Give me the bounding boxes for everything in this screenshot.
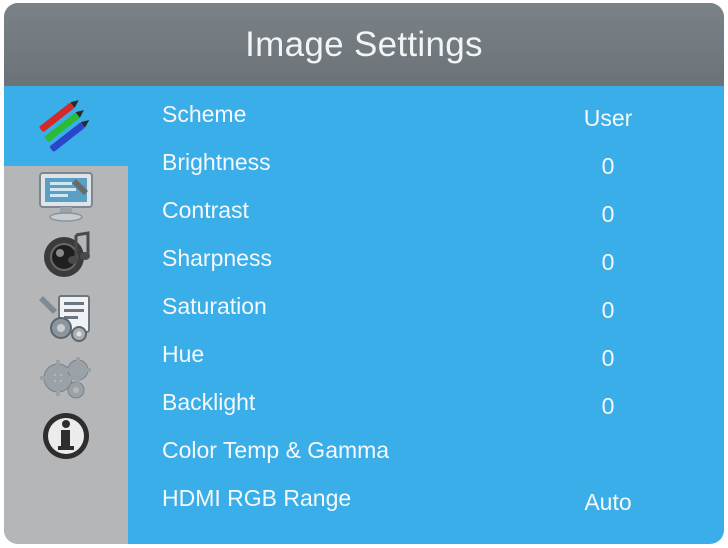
menu-label: Scheme (162, 101, 247, 127)
menu-value: Auto (584, 489, 632, 515)
menu-label: Brightness (162, 149, 271, 175)
menu-label: HDMI RGB Range (162, 485, 352, 511)
osd-screen: Image Settings Scheme User Brightness 0 … (0, 0, 728, 548)
menu-label: Saturation (162, 293, 267, 319)
advanced-gears-icon (40, 357, 91, 399)
sidebar-item-setup[interactable] (4, 286, 128, 346)
menu-value: 0 (601, 249, 615, 275)
menu-value: 0 (601, 201, 615, 227)
menu-row-sharpness[interactable]: Sharpness 0 (128, 242, 724, 290)
settings-panel: Image Settings Scheme User Brightness 0 … (4, 3, 724, 544)
menu-label: Sharpness (162, 245, 272, 271)
menu-value: User (583, 105, 633, 131)
sidebar-item-info[interactable] (4, 406, 128, 466)
menu-value: 0 (601, 153, 615, 179)
title-bar: Image Settings (4, 3, 724, 86)
settings-menu: Scheme User Brightness 0 Contrast 0 Shar… (128, 86, 724, 544)
picture-pencils-icon (39, 100, 90, 152)
menu-value: 0 (601, 345, 615, 371)
menu-value: 0 (601, 393, 615, 419)
menu-row-color-temp-gamma[interactable]: Color Temp & Gamma (128, 434, 724, 482)
display-icon (39, 172, 93, 222)
info-icon (43, 413, 89, 459)
menu-row-hdmi-rgb-range[interactable]: HDMI RGB Range Auto (128, 482, 724, 530)
menu-row-brightness[interactable]: Brightness 0 (128, 146, 724, 194)
menu-label: Hue (162, 341, 205, 367)
sidebar-item-advanced[interactable] (4, 346, 128, 406)
menu-row-contrast[interactable]: Contrast 0 (128, 194, 724, 242)
page-title: Image Settings (245, 24, 483, 64)
setup-tools-icon (39, 295, 90, 342)
menu-row-hue[interactable]: Hue 0 (128, 338, 724, 386)
menu-label: Contrast (162, 197, 249, 223)
menu-label: Color Temp & Gamma (162, 437, 390, 463)
menu-row-scheme[interactable]: Scheme User (128, 98, 724, 146)
menu-label: Backlight (162, 389, 256, 415)
sidebar-item-picture[interactable] (4, 86, 128, 166)
sidebar-item-display[interactable] (4, 166, 128, 226)
menu-row-saturation[interactable]: Saturation 0 (128, 290, 724, 338)
menu-row-backlight[interactable]: Backlight 0 (128, 386, 724, 434)
speaker-icon (44, 231, 90, 277)
menu-value: 0 (601, 297, 615, 323)
sidebar-item-audio[interactable] (4, 226, 128, 286)
category-sidebar (4, 86, 128, 544)
